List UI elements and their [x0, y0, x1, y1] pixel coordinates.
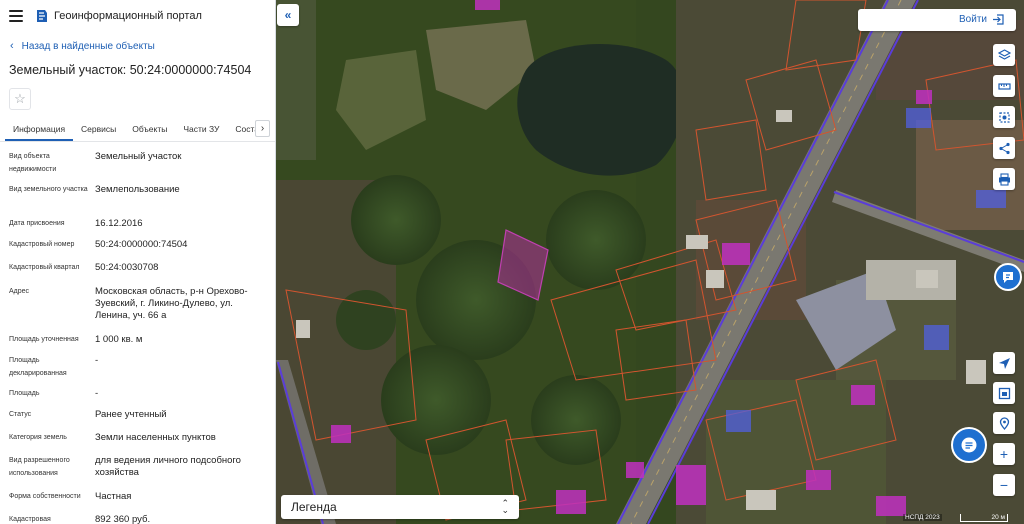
property-label: Категория земель: [9, 434, 67, 441]
menu-icon[interactable]: [9, 10, 23, 22]
star-icon: ☆: [14, 91, 26, 106]
property-value: 50:24:0030708: [95, 262, 159, 273]
login-icon: [993, 14, 1004, 25]
print-button[interactable]: [993, 168, 1015, 190]
measure-button[interactable]: [993, 75, 1015, 97]
property-value: 1 000 кв. м: [95, 334, 143, 345]
property-value: 16.12.2016: [95, 218, 143, 229]
basemap-button[interactable]: [993, 382, 1015, 404]
zoom-out-label: −: [999, 477, 1009, 493]
property-label: Площадь: [9, 390, 40, 397]
ruler-icon: [997, 82, 1011, 90]
property-value: Московская область, р-н Орехово-Зуевский…: [95, 286, 248, 321]
logo-icon: [37, 10, 47, 22]
zoom-in-button[interactable]: +: [993, 443, 1015, 465]
property-label: Кадастровая: [9, 516, 51, 523]
scale-bar: 20 м: [960, 514, 1008, 522]
help-button[interactable]: [994, 263, 1022, 291]
property-label: Площадь декларированная: [9, 357, 67, 377]
login-button[interactable]: Войти: [959, 14, 1004, 25]
my-location-button[interactable]: [993, 352, 1015, 374]
collapse-panel-button[interactable]: «: [277, 4, 299, 26]
app-title: Геоинформационный портал: [54, 10, 202, 22]
login-label: Войти: [959, 14, 987, 25]
tab-info[interactable]: Информация: [5, 124, 74, 141]
property-label: Площадь уточненная: [9, 336, 79, 343]
chat-button[interactable]: [951, 427, 987, 463]
select-area-button[interactable]: [993, 106, 1015, 128]
property-label: Статус: [9, 411, 32, 418]
help-icon: [1003, 272, 1013, 283]
tab-services[interactable]: Сервисы: [73, 124, 124, 141]
chat-icon: [961, 437, 977, 453]
property-value: Ранее учтенный: [95, 409, 167, 420]
tabs-bar: Информация Сервисы Объекты Части ЗУ Сост…: [0, 116, 275, 142]
property-value: для ведения личного подсобного хозяйства: [95, 455, 241, 478]
property-label: Форма собственности: [9, 493, 81, 500]
back-to-results-link[interactable]: ‹ Назад в найденные объекты: [0, 37, 275, 55]
property-value: Частная: [95, 491, 132, 502]
zoom-in-label: +: [999, 446, 1009, 462]
property-value: 892 360 руб.: [95, 514, 151, 524]
app: Геоинформационный портал ‹ Назад в найде…: [0, 0, 1024, 524]
property-label: Дата присвоения: [9, 220, 65, 227]
print-icon: [998, 172, 1010, 186]
top-bar: Геоинформационный портал: [0, 0, 275, 32]
share-icon: [998, 142, 1010, 154]
tab-objects[interactable]: Объекты: [124, 124, 175, 141]
location-icon: [998, 357, 1010, 369]
map-canvas[interactable]: [276, 0, 1024, 524]
layers-icon: [997, 48, 1011, 60]
property-label: Вид объекта недвижимости: [9, 153, 57, 173]
property-value: Земли населенных пунктов: [95, 432, 216, 443]
property-label: Вид разрешенного использования: [9, 457, 70, 477]
share-button[interactable]: [993, 137, 1015, 159]
zoom-out-button[interactable]: −: [993, 474, 1015, 496]
property-label: Адрес: [9, 288, 30, 295]
chevron-updown-icon: ⌃ ⌄: [501, 498, 509, 515]
property-value: Землепользование: [95, 184, 180, 195]
select-area-icon: [998, 111, 1010, 123]
property-label: Вид земельного участка: [9, 186, 88, 193]
pin-button[interactable]: [993, 412, 1015, 434]
basemap-icon: [998, 387, 1010, 399]
map-attribution: НСПД 2023: [903, 514, 942, 521]
back-link-label: Назад в найденные объекты: [21, 40, 155, 52]
favorite-button[interactable]: ☆: [9, 88, 31, 110]
pin-icon: [999, 416, 1009, 430]
property-value: -: [95, 388, 99, 399]
legend-dropdown[interactable]: Легенда ⌃ ⌄: [281, 495, 519, 519]
satellite-imagery: [276, 0, 1024, 524]
search-input[interactable]: Войти: [858, 9, 1016, 31]
property-label: Кадастровый номер: [9, 241, 75, 248]
legend-label: Легенда: [291, 500, 337, 514]
object-title: Земельный участок: 50:24:0000000:74504: [9, 63, 252, 77]
property-value: Земельный участок: [95, 151, 182, 162]
info-panel: Геоинформационный портал ‹ Назад в найде…: [0, 0, 276, 524]
property-label: Кадастровый квартал: [9, 264, 80, 271]
chevron-left-icon: ‹: [10, 40, 14, 52]
property-value: 50:24:0000000:74504: [95, 239, 188, 250]
tabs-scroll-right-button[interactable]: ›: [255, 120, 270, 137]
property-value: -: [95, 355, 99, 366]
tab-parts[interactable]: Части ЗУ: [175, 124, 227, 141]
layers-button[interactable]: [993, 44, 1015, 66]
